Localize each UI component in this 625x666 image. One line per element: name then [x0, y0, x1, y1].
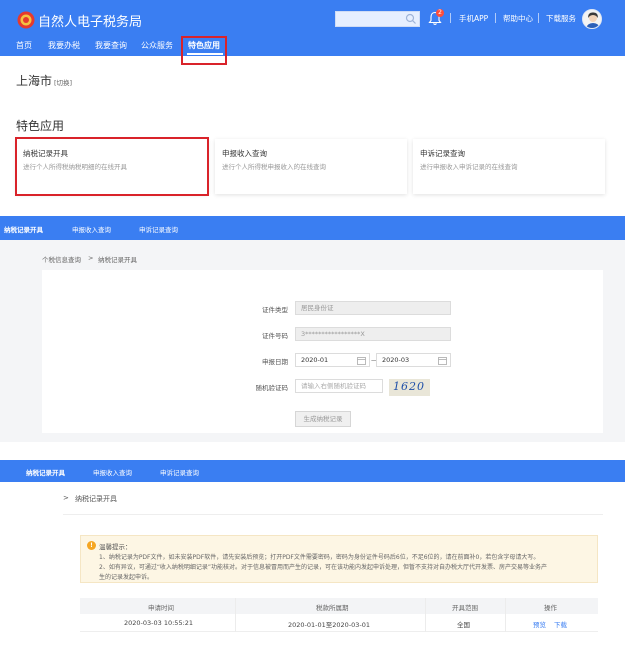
tax-record-form [42, 270, 603, 433]
id-number-field: 3*****************X [295, 327, 451, 341]
notice-line: 1、纳税记录为PDF文件，如未安装PDF软件，请先安装后预览；打开PDF文件需要… [99, 554, 540, 561]
notification-badge: 2 [436, 9, 444, 17]
divider [495, 13, 496, 23]
breadcrumb-separator: > [88, 254, 94, 262]
tab-tax-record[interactable]: 纳税记录开具 [4, 224, 43, 234]
table-row: 2020-03-03 10:55:21 2020-01-01至2020-03-0… [80, 614, 598, 632]
download-link[interactable]: 下载 [554, 619, 567, 629]
cell-apply-time: 2020-03-03 10:55:21 [124, 619, 194, 627]
cell-tax-period: 2020-01-01至2020-03-01 [288, 621, 371, 629]
mobile-app-link[interactable]: 手机APP [459, 13, 488, 24]
tab-bar: 纳税记录开具 申报收入查询 申诉记录查询 [0, 460, 625, 482]
id-type-field: 居民身份证 [295, 301, 451, 315]
date-from-value: 2020-01 [301, 356, 329, 364]
app-card-income-query[interactable]: 申报收入查询 进行个人所得税申报收入的在线查询 [215, 139, 407, 194]
app-card-desc: 进行申报收入申诉记录的在线查询 [420, 163, 518, 171]
tab-tax-record[interactable]: 纳税记录开具 [26, 467, 65, 477]
nav-tax-services[interactable]: 我要办税 [48, 40, 80, 51]
app-card-appeal-query[interactable]: 申诉记录查询 进行申报收入申诉记录的在线查询 [413, 139, 605, 194]
breadcrumb-current: 纳税记录开具 [75, 495, 117, 503]
nav-public-services[interactable]: 公众服务 [141, 40, 173, 51]
column-header-period: 税款所属期 [316, 604, 349, 612]
generate-record-button[interactable]: 生成纳税记录 [295, 411, 351, 427]
nav-inquiry[interactable]: 我要查询 [95, 40, 127, 51]
user-avatar-icon [586, 12, 600, 28]
avatar[interactable] [582, 9, 602, 29]
divider [450, 13, 451, 23]
tax-emblem-icon [17, 11, 35, 29]
id-number-label: 证件号码 [262, 332, 288, 340]
notice-line: 生的记录发起申诉。 [99, 574, 154, 581]
captcha-label: 随机验证码 [255, 384, 289, 392]
preview-link[interactable]: 预览 [533, 619, 546, 629]
app-card-desc: 进行个人所得税申报收入的在线查询 [222, 163, 326, 171]
calendar-icon[interactable] [438, 356, 447, 365]
column-header-actions: 操作 [544, 604, 557, 612]
search-input[interactable] [335, 11, 420, 27]
app-card-title: 申报收入查询 [222, 149, 267, 158]
id-type-label: 证件类型 [262, 306, 288, 314]
site-title[interactable]: 自然人电子税务局 [38, 11, 142, 30]
column-header-time: 申请时间 [148, 604, 174, 612]
search-icon[interactable] [405, 13, 417, 25]
tab-appeal-query[interactable]: 申诉记录查询 [160, 467, 199, 477]
help-center-link[interactable]: 帮助中心 [503, 13, 533, 24]
city-switch-link[interactable]: [切换] [54, 77, 72, 87]
breadcrumb-current: 纳税记录开具 [98, 256, 137, 264]
app-card-title: 申诉记录查询 [420, 149, 465, 158]
notice-title: 温馨提示： [99, 543, 132, 551]
table-header: 申请时间 税款所属期 开具范围 操作 [80, 598, 598, 614]
special-apps-title: 特色应用 [16, 119, 65, 133]
breadcrumb-separator: > [63, 494, 69, 502]
warning-icon: ! [87, 541, 96, 550]
date-to-input[interactable]: 2020-03 [376, 353, 451, 367]
city-name: 上海市 [16, 74, 53, 88]
date-label: 申报日期 [262, 358, 288, 366]
column-header-scope: 开具范围 [452, 604, 478, 612]
date-to-value: 2020-03 [382, 356, 410, 364]
divider [538, 13, 539, 23]
highlight-box-nav [181, 36, 227, 65]
download-service-link[interactable]: 下载服务 [546, 13, 576, 24]
breadcrumb-root[interactable]: 个税信息查询 [42, 254, 81, 264]
site-header: 自然人电子税务局 2 手机APP 帮助中心 下载服务 首页 我要办税 我要查询 … [0, 0, 625, 56]
tab-appeal-query[interactable]: 申诉记录查询 [139, 224, 178, 234]
tab-income-query[interactable]: 申报收入查询 [93, 467, 132, 477]
captcha-image[interactable]: 1620 [389, 379, 430, 396]
date-from-input[interactable]: 2020-01 [295, 353, 370, 367]
notice-line: 2、如有异议，可通过“收入纳税明细记录”功能核对。对于信息被冒用而产生的记录，可… [99, 564, 548, 571]
divider [63, 514, 603, 515]
highlight-box-card [15, 137, 209, 196]
tab-bar: 纳税记录开具 申报收入查询 申诉记录查询 [0, 216, 625, 240]
captcha-input[interactable]: 请输入右侧随机验证码 [295, 379, 383, 393]
cell-scope: 全国 [457, 621, 470, 629]
nav-home[interactable]: 首页 [16, 40, 32, 51]
column-divider [235, 598, 236, 632]
notice-box: ! 温馨提示： 1、纳税记录为PDF文件，如未安装PDF软件，请先安装后预览；打… [80, 535, 598, 583]
captcha-text: 1620 [393, 380, 425, 393]
column-divider [505, 598, 506, 632]
tab-income-query[interactable]: 申报收入查询 [72, 224, 111, 234]
column-divider [425, 598, 426, 632]
calendar-icon[interactable] [357, 356, 366, 365]
